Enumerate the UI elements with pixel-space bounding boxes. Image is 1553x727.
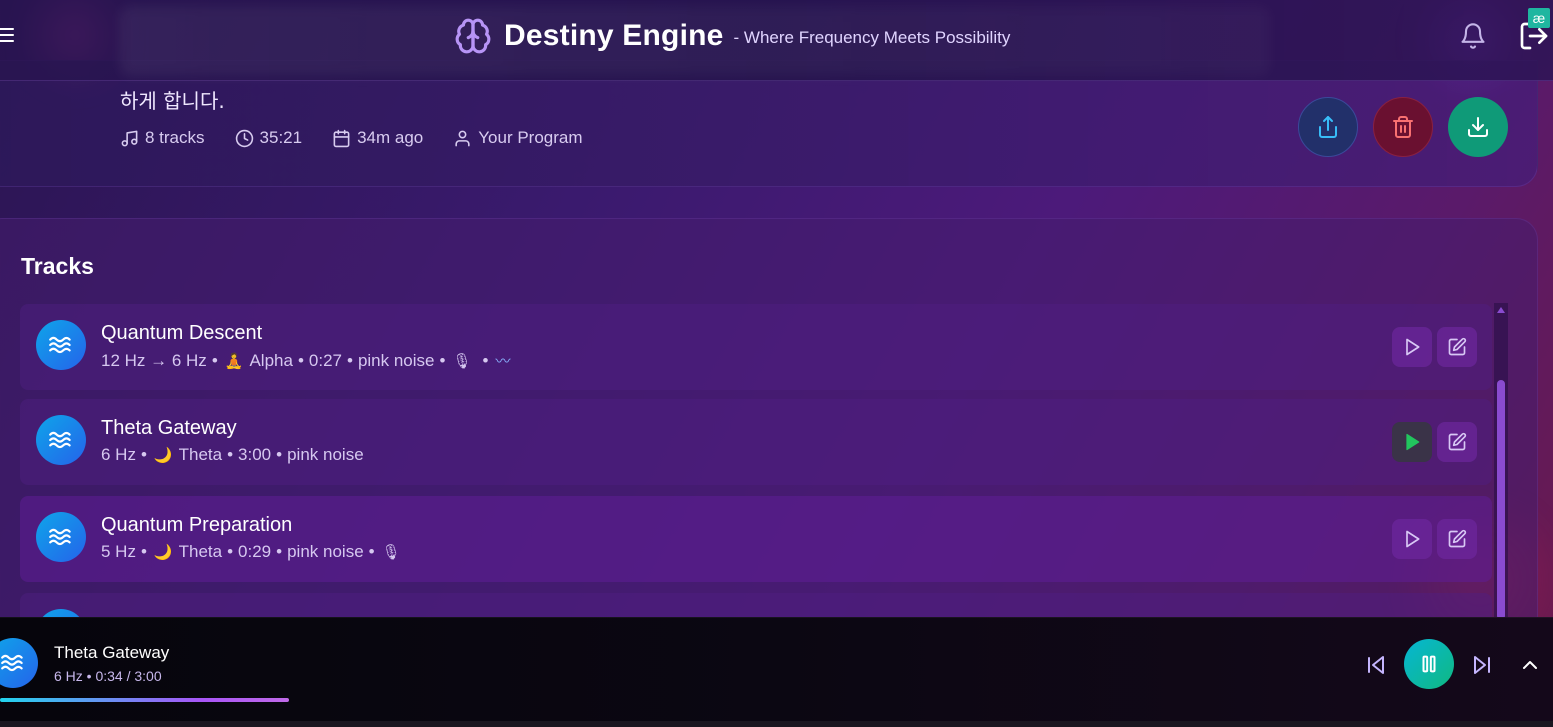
track-avatar [36, 320, 86, 370]
brand: Destiny Engine - Where Frequency Meets P… [454, 17, 1010, 55]
notifications-button[interactable] [1459, 22, 1487, 50]
pause-icon [1422, 655, 1436, 673]
meta-duration: 35:21 [235, 128, 303, 148]
track-avatar [36, 415, 86, 465]
microphone-icon: 🎙 [381, 543, 401, 561]
meta-owner: Your Program [453, 128, 583, 148]
track-meta: 6 Hz • 🌙 Theta • 3:00 • pink noise [101, 445, 364, 464]
now-playing-subtitle: 6 Hz • 0:34 / 3:00 [54, 668, 162, 684]
share-icon [1319, 116, 1337, 138]
waves-icon [49, 336, 71, 354]
play-icon [1406, 530, 1420, 548]
track-state: Alpha [249, 350, 293, 370]
program-meta: 8 tracks 35:21 34m ago Your Program [120, 128, 583, 148]
playback-progress[interactable] [0, 698, 1553, 702]
skip-back-icon [1368, 656, 1384, 674]
play-icon [1406, 433, 1420, 451]
tracks-heading: Tracks [21, 253, 94, 279]
previous-track-button[interactable] [1362, 651, 1390, 679]
share-button[interactable] [1298, 97, 1358, 157]
track-duration: 0:27 [308, 350, 342, 370]
track-play-button[interactable] [1392, 519, 1432, 559]
tracks-scrollbar[interactable] [1494, 303, 1508, 620]
now-playing-title: Theta Gateway [54, 643, 170, 662]
calendar-icon [333, 129, 350, 147]
music-note-icon [121, 130, 138, 146]
next-track-button[interactable] [1468, 651, 1496, 679]
track-meta: 5 Hz • 🌙 Theta • 0:29 • pink noise • 🎙 [101, 542, 401, 561]
track-meta: 12 Hz → 6 Hz • 🧘 Alpha • 0:27 • pink noi… [101, 350, 511, 371]
track-play-button[interactable] [1392, 327, 1432, 367]
user-icon [455, 130, 470, 146]
track-edit-button[interactable] [1437, 519, 1477, 559]
brain-icon [455, 18, 491, 54]
now-playing-avatar [0, 638, 38, 688]
track-name: Quantum Preparation [101, 514, 293, 536]
chevron-up-icon [1523, 661, 1537, 669]
track-name: Theta Gateway [101, 417, 237, 439]
hamburger-menu-button[interactable] [0, 24, 18, 46]
edit-icon [1448, 529, 1467, 548]
meta-tracks: 8 tracks [120, 128, 205, 148]
meta-created: 34m ago [332, 128, 423, 148]
meta-owner-label: Your Program [478, 128, 583, 147]
bell-icon [1461, 23, 1485, 49]
skip-forward-icon [1474, 656, 1490, 674]
trash-icon [1393, 116, 1413, 138]
pause-button[interactable] [1404, 639, 1454, 689]
edit-icon [1448, 337, 1467, 356]
track-row[interactable]: Quantum Descent 12 Hz → 6 Hz • 🧘 Alpha •… [20, 304, 1492, 390]
app-title: Destiny Engine [504, 19, 724, 52]
track-noise: pink noise [287, 542, 364, 561]
now-playing-bar: Theta Gateway 6 Hz • 0:34 / 3:00 [0, 617, 1553, 721]
waves-icon [1, 654, 23, 672]
track-edit-button[interactable] [1437, 422, 1477, 462]
track-play-button[interactable] [1392, 422, 1432, 462]
playback-progress-fill [0, 698, 289, 702]
track-duration: 3:00 [238, 445, 272, 464]
microphone-icon: 🎙 [452, 351, 472, 370]
expand-player-button[interactable] [1516, 651, 1544, 679]
track-state: Theta [178, 445, 223, 464]
track-duration: 0:29 [238, 542, 272, 561]
download-button[interactable] [1448, 97, 1508, 157]
delete-button[interactable] [1373, 97, 1433, 157]
track-frequency: 12 Hz → 6 Hz [101, 350, 207, 370]
track-noise: pink noise [357, 350, 435, 370]
meta-tracks-label: 8 tracks [145, 128, 205, 147]
clock-icon [235, 129, 253, 147]
download-icon [1468, 117, 1488, 137]
app-header: Destiny Engine - Where Frequency Meets P… [0, 0, 1553, 81]
moon-icon: 🌙 [153, 446, 173, 464]
track-state: Theta [178, 542, 223, 561]
app-tagline: - Where Frequency Meets Possibility [733, 28, 1011, 47]
track-row[interactable]: Quantum Preparation 5 Hz • 🌙 Theta • 0:2… [20, 496, 1492, 582]
track-name: Quantum Descent [101, 322, 263, 344]
window-bottom-edge [0, 721, 1553, 727]
extension-badge[interactable]: æ [1528, 8, 1550, 28]
program-description: 하게 합니다. [120, 89, 225, 113]
edit-icon [1448, 432, 1467, 451]
moon-icon: 🌙 [153, 543, 173, 561]
track-edit-button[interactable] [1437, 327, 1477, 367]
wave-icon: 〰 [495, 352, 511, 370]
scrollbar-thumb[interactable] [1497, 380, 1505, 620]
play-icon [1406, 338, 1420, 356]
track-noise: pink noise [287, 445, 364, 464]
track-row[interactable]: Theta Gateway 6 Hz • 🌙 Theta • 3:00 • pi… [20, 399, 1492, 485]
meta-duration-label: 35:21 [259, 128, 303, 147]
meditation-icon: 🧘 [224, 351, 244, 370]
waves-icon [49, 431, 71, 449]
track-frequency: 6 Hz [101, 445, 136, 464]
track-frequency: 5 Hz [101, 542, 136, 561]
meta-created-label: 34m ago [357, 128, 424, 147]
track-avatar [36, 512, 86, 562]
scroll-up-arrow[interactable] [1497, 307, 1505, 313]
waves-icon [49, 528, 71, 546]
